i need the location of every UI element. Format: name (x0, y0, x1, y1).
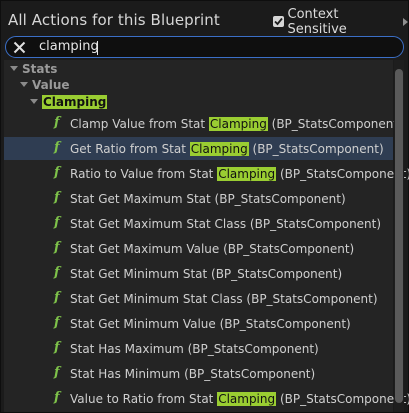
action-label-text: Stat Get Maximum Stat Class (BP_StatsCom… (70, 217, 382, 231)
action-label: Get Ratio from Stat Clamping (BP_StatsCo… (70, 142, 384, 156)
context-sensitive-checkbox[interactable] (273, 16, 284, 27)
function-icon: f (54, 115, 60, 130)
action-label: Stat Get Minimum Stat (BP_StatsComponent… (70, 267, 342, 281)
action-item[interactable]: f Stat Get Maximum Stat (BP_StatsComponen… (4, 187, 393, 210)
search-input[interactable]: clamping (39, 39, 99, 54)
function-icon: f (54, 140, 60, 155)
action-label-text: Stat Get Maximum Value (BP_StatsComponen… (70, 242, 355, 256)
blueprint-actions-panel: All Actions for this Blueprint Context S… (0, 0, 409, 413)
action-label: Clamp Value from Stat Clamping (BP_Stats… (70, 117, 403, 131)
context-sensitive-label: Context Sensitive (287, 6, 347, 37)
function-icon: f (54, 290, 60, 305)
text-caret (97, 41, 98, 55)
function-icon: f (54, 265, 60, 280)
clear-search-icon[interactable] (13, 41, 26, 54)
action-item[interactable]: f Stat Get Minimum Stat (BP_StatsComponen… (4, 262, 393, 285)
action-label-text: Stat Get Minimum Stat Class (BP_StatsCom… (70, 292, 378, 306)
function-icon: f (54, 340, 60, 355)
action-label-text: Stat Get Minimum Value (BP_StatsComponen… (70, 317, 351, 331)
action-label: Stat Get Maximum Stat (BP_StatsComponent… (70, 192, 346, 206)
action-label-text: Get Ratio from Stat (70, 142, 190, 156)
function-icon: f (54, 240, 60, 255)
collapse-arrow-icon[interactable] (20, 82, 28, 87)
context-sensitive-toggle[interactable]: Context Sensitive (273, 7, 408, 37)
function-icon: f (54, 190, 60, 205)
action-label-text: Value to Ratio from Stat (70, 392, 218, 406)
action-label: Ratio to Value from Stat Clamping (BP_St… (70, 167, 409, 181)
action-label-suffix: (BP_StatsComponent) (276, 392, 409, 406)
collapse-arrow-icon[interactable] (30, 99, 38, 104)
search-match-highlight: Clamping (217, 392, 277, 406)
collapse-arrow-icon[interactable] (10, 66, 18, 71)
action-label: Stat Get Maximum Stat Class (BP_StatsCom… (70, 217, 381, 231)
action-item[interactable]: f Stat Get Minimum Stat Class (BP_StatsCo… (4, 287, 393, 310)
action-item[interactable]: f Stat Get Maximum Value (BP_StatsCompone… (4, 237, 393, 260)
category-label: Clamping (42, 95, 108, 109)
panel-title: All Actions for this Blueprint (8, 11, 220, 29)
action-item[interactable]: f Ratio to Value from Stat Clamping (BP_S… (4, 162, 409, 185)
category-label: Stats (22, 62, 58, 76)
category-value[interactable]: Value (4, 76, 393, 94)
action-label-text: Clamp Value from Stat (70, 117, 209, 131)
action-label: Stat Get Maximum Value (BP_StatsComponen… (70, 242, 354, 256)
actions-tree: Stats Value Clamping f Clamp Value from S… (4, 60, 409, 412)
scrollbar[interactable] (394, 60, 404, 412)
function-icon: f (54, 315, 60, 330)
action-label-suffix: (BP_StatsComponent) (267, 117, 403, 131)
action-item[interactable]: f Stat Has Maximum (BP_StatsComponent) (4, 337, 393, 360)
search-match-highlight: Clamping (217, 167, 277, 181)
action-label-suffix: (BP_StatsComponent) (276, 167, 409, 181)
function-icon: f (54, 215, 60, 230)
scrollbar-thumb[interactable] (395, 69, 403, 403)
action-label-text: Ratio to Value from Stat (70, 167, 218, 181)
action-item[interactable]: f Stat Get Maximum Stat Class (BP_StatsCo… (4, 212, 393, 235)
function-icon: f (54, 165, 60, 180)
panel-header: All Actions for this Blueprint Context S… (1, 1, 408, 37)
action-label-text: Stat Get Maximum Stat (BP_StatsComponent… (70, 192, 346, 206)
action-label-text: Stat Has Maximum (BP_StatsComponent) (70, 342, 319, 356)
category-clamping[interactable]: Clamping (4, 93, 393, 111)
search-match-highlight: Clamping (189, 142, 249, 156)
function-icon: f (54, 390, 60, 405)
action-item[interactable]: f Get Ratio from Stat Clamping (BP_StatsC… (4, 137, 393, 160)
search-match-highlight: Clamping (208, 117, 268, 131)
category-label: Value (32, 78, 70, 92)
action-item[interactable]: f Stat Get Minimum Value (BP_StatsCompone… (4, 312, 393, 335)
expand-arrow-icon[interactable] (403, 17, 408, 26)
action-label: Stat Has Maximum (BP_StatsComponent) (70, 342, 319, 356)
action-label-suffix: (BP_StatsComponent) (248, 142, 384, 156)
action-label-text: Stat Get Minimum Stat (BP_StatsComponent… (70, 267, 343, 281)
search-box[interactable]: clamping (5, 36, 404, 58)
action-item[interactable]: f Stat Has Minimum (BP_StatsComponent) (4, 362, 393, 385)
action-item[interactable]: f Value to Ratio from Stat Clamping (BP_S… (4, 387, 409, 410)
action-label: Stat Get Minimum Value (BP_StatsComponen… (70, 317, 351, 331)
action-label: Value to Ratio from Stat Clamping (BP_St… (70, 392, 409, 406)
action-label: Stat Has Minimum (BP_StatsComponent) (70, 367, 315, 381)
action-label-text: Stat Has Minimum (BP_StatsComponent) (70, 367, 316, 381)
function-icon: f (54, 365, 60, 380)
action-label: Stat Get Minimum Stat Class (BP_StatsCom… (70, 292, 378, 306)
checkmark-icon (274, 17, 283, 26)
action-item[interactable]: f Clamp Value from Stat Clamping (BP_Stat… (4, 112, 403, 135)
